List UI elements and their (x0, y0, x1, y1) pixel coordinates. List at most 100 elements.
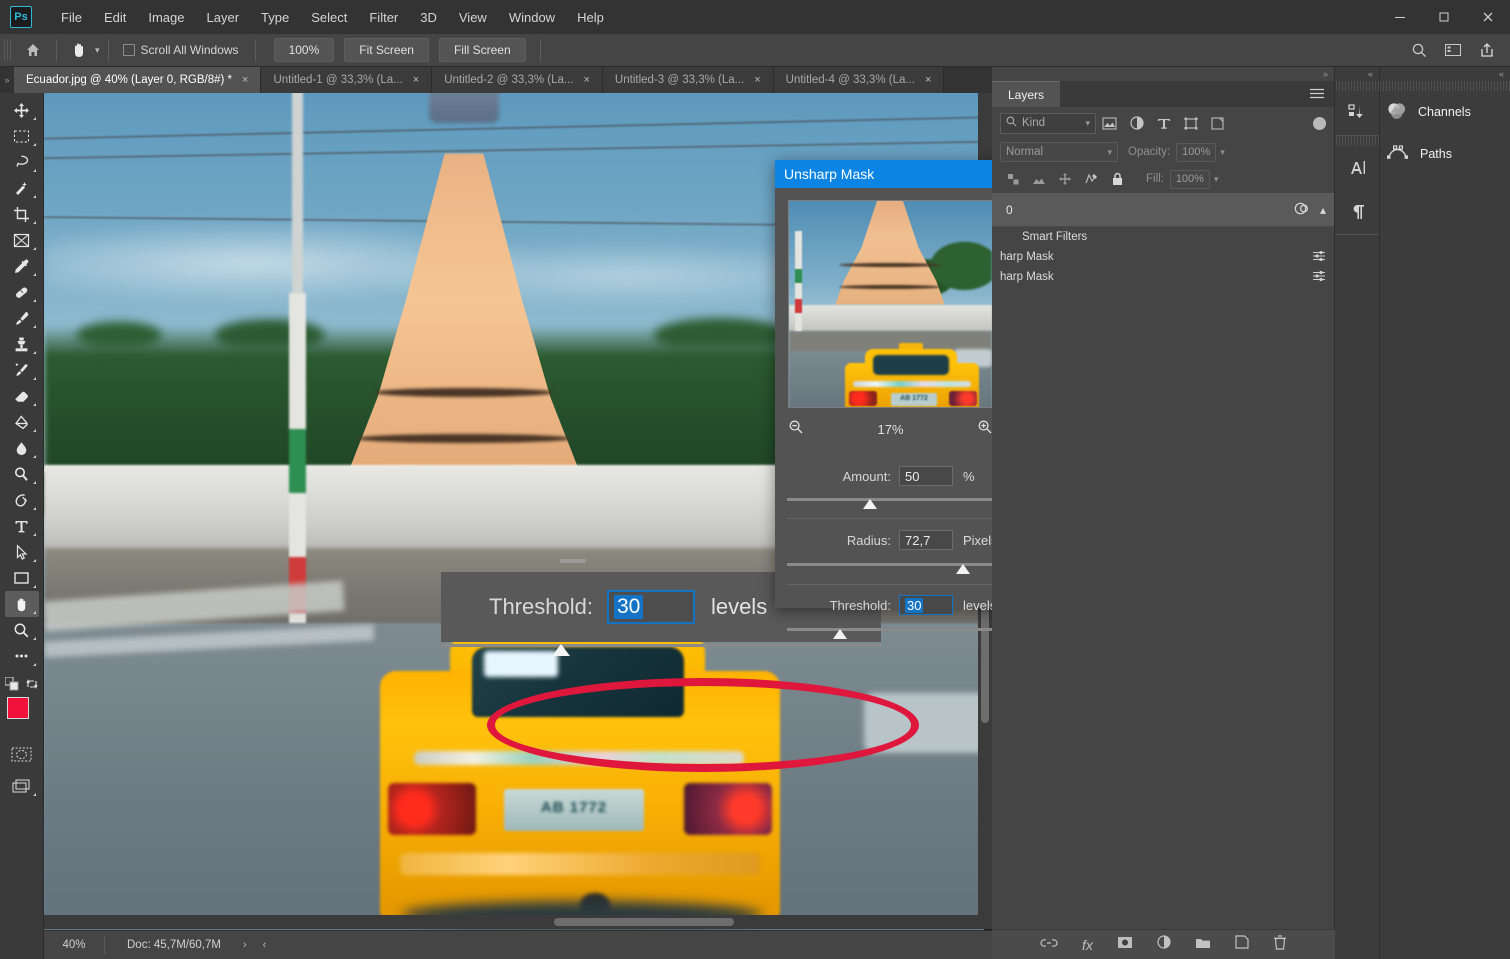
icon-dock-collapse-1[interactable]: « (1336, 67, 1379, 81)
pen-tool-icon[interactable] (5, 487, 39, 513)
new-layer-icon[interactable] (1235, 935, 1249, 954)
zoom-tool-icon[interactable] (5, 617, 39, 643)
chevron-up-icon[interactable]: ▴ (1320, 203, 1326, 217)
delete-layer-icon[interactable] (1273, 935, 1287, 955)
lasso-tool-icon[interactable] (5, 149, 39, 175)
rectangular-marquee-tool-icon[interactable] (5, 123, 39, 149)
tool-preset-chevron-down-icon[interactable]: ▾ (95, 45, 100, 56)
tab-close-icon[interactable]: × (413, 74, 419, 86)
layer-row-0[interactable]: 0 ▴ (992, 193, 1334, 227)
color-swatches[interactable] (5, 695, 39, 733)
filter-row-unsharp-mask-1[interactable]: harp Mask (992, 247, 1334, 267)
lock-position-icon[interactable] (1052, 168, 1078, 190)
tab-bar-grip[interactable]: » (0, 67, 14, 93)
menu-layer[interactable]: Layer (196, 6, 251, 29)
clone-stamp-tool-icon[interactable] (5, 331, 39, 357)
smart-object-badge-icon[interactable] (1294, 201, 1310, 219)
tab-close-icon[interactable]: × (925, 74, 931, 86)
crop-tool-icon[interactable] (5, 201, 39, 227)
zoom-out-icon[interactable] (788, 419, 804, 440)
opacity-value[interactable]: 100% (1176, 143, 1216, 162)
quick-selection-tool-icon[interactable] (5, 175, 39, 201)
screen-mode-icon[interactable] (5, 773, 39, 799)
dodge-tool-icon[interactable] (5, 461, 39, 487)
filter-options-icon[interactable] (1312, 270, 1326, 285)
workspace-icon[interactable] (1438, 37, 1468, 63)
brush-tool-icon[interactable] (5, 305, 39, 331)
status-prev-arrow-icon[interactable]: ‹ (263, 939, 267, 951)
menu-select[interactable]: Select (300, 6, 358, 29)
radius-input[interactable]: 72,7 (899, 530, 953, 550)
menu-window[interactable]: Window (498, 6, 566, 29)
close-icon[interactable] (1466, 0, 1510, 34)
options-bar-grip[interactable] (4, 39, 12, 61)
edit-toolbar-icon[interactable] (5, 643, 39, 669)
healing-brush-tool-icon[interactable] (5, 279, 39, 305)
threshold-slider-thumb[interactable] (833, 629, 847, 639)
foreground-color-swatch[interactable] (7, 697, 29, 719)
tab-untitled-4[interactable]: Untitled-4 @ 33,3% (La... × (774, 67, 945, 93)
fill-value[interactable]: 100% (1170, 170, 1210, 189)
frame-tool-icon[interactable] (5, 227, 39, 253)
vertical-scrollbar-thumb[interactable] (981, 605, 989, 723)
panel-button-paths[interactable]: Paths (1380, 133, 1510, 175)
path-selection-tool-icon[interactable] (5, 539, 39, 565)
maximize-icon[interactable] (1422, 0, 1466, 34)
search-icon[interactable] (1404, 37, 1434, 63)
tab-untitled-2[interactable]: Untitled-2 @ 33,3% (La... × (432, 67, 603, 93)
type-tool-icon[interactable] (5, 513, 39, 539)
menu-help[interactable]: Help (566, 6, 615, 29)
lock-artboard-icon[interactable] (1078, 168, 1104, 190)
status-next-arrow-icon[interactable]: › (243, 939, 247, 951)
menu-image[interactable]: Image (137, 6, 195, 29)
zoom-100-button[interactable]: 100% (274, 38, 335, 62)
hand-tool-icon[interactable] (65, 38, 93, 62)
paragraph-icon[interactable] (1336, 190, 1379, 234)
gradient-tool-icon[interactable] (5, 409, 39, 435)
default-colors-icon[interactable] (5, 677, 19, 691)
layers-collapse-bar[interactable]: » (992, 67, 1334, 81)
rectangle-tool-icon[interactable] (5, 565, 39, 591)
menu-view[interactable]: View (448, 6, 498, 29)
named-panel-collapse[interactable]: « (1380, 67, 1510, 81)
filter-kind-select[interactable]: Kind ▾ (1000, 113, 1096, 134)
shape-filter-icon[interactable] (1177, 111, 1204, 135)
tab-untitled-1[interactable]: Untitled-1 @ 33,3% (La... × (261, 67, 432, 93)
smart-filters-row[interactable]: Smart Filters (992, 227, 1334, 247)
layer-style-fx-icon[interactable]: fx (1082, 937, 1093, 953)
hand-tool-icon[interactable] (5, 591, 39, 617)
zoom-in-icon[interactable] (977, 419, 993, 440)
menu-edit[interactable]: Edit (93, 6, 137, 29)
tab-untitled-3[interactable]: Untitled-3 @ 33,3% (La... × (603, 67, 774, 93)
radius-slider-thumb[interactable] (956, 564, 970, 574)
link-layers-icon[interactable] (1040, 936, 1058, 954)
callout-slider-track[interactable] (441, 644, 881, 647)
panel-button-channels[interactable]: Channels (1380, 91, 1510, 133)
image-filter-icon[interactable] (1096, 111, 1123, 135)
filter-row-unsharp-mask-2[interactable]: harp Mask (992, 267, 1334, 287)
eraser-tool-icon[interactable] (5, 383, 39, 409)
icon-dock-grip-2[interactable] (1336, 136, 1379, 146)
canvas-horizontal-scrollbar[interactable] (44, 915, 992, 929)
new-group-icon[interactable] (1195, 936, 1211, 954)
filter-options-icon[interactable] (1312, 250, 1326, 265)
chevron-down-icon[interactable]: ▾ (1085, 118, 1090, 129)
horizontal-scrollbar-thumb[interactable] (554, 918, 734, 926)
tab-layers[interactable]: Layers (992, 81, 1060, 107)
lock-transparency-icon[interactable] (1000, 168, 1026, 190)
adjustment-filter-icon[interactable] (1123, 111, 1150, 135)
panel-menu-icon[interactable] (1310, 81, 1334, 107)
dialog-preview-thumbnail[interactable]: AB 1772 (788, 200, 993, 408)
fit-screen-button[interactable]: Fit Screen (344, 38, 429, 62)
lock-all-icon[interactable] (1104, 168, 1130, 190)
history-icon[interactable] (1336, 91, 1379, 135)
filter-toggle-icon[interactable] (1313, 117, 1326, 130)
eyedropper-tool-icon[interactable] (5, 253, 39, 279)
menu-type[interactable]: Type (250, 6, 300, 29)
opacity-chevron-down-icon[interactable]: ▾ (1220, 147, 1225, 158)
swap-colors-icon[interactable] (25, 677, 39, 691)
callout-slider-thumb[interactable] (552, 644, 570, 656)
tab-ecuador-jpg[interactable]: Ecuador.jpg @ 40% (Layer 0, RGB/8#) * × (14, 67, 261, 93)
home-icon[interactable] (18, 37, 48, 63)
amount-slider-thumb[interactable] (863, 499, 877, 509)
